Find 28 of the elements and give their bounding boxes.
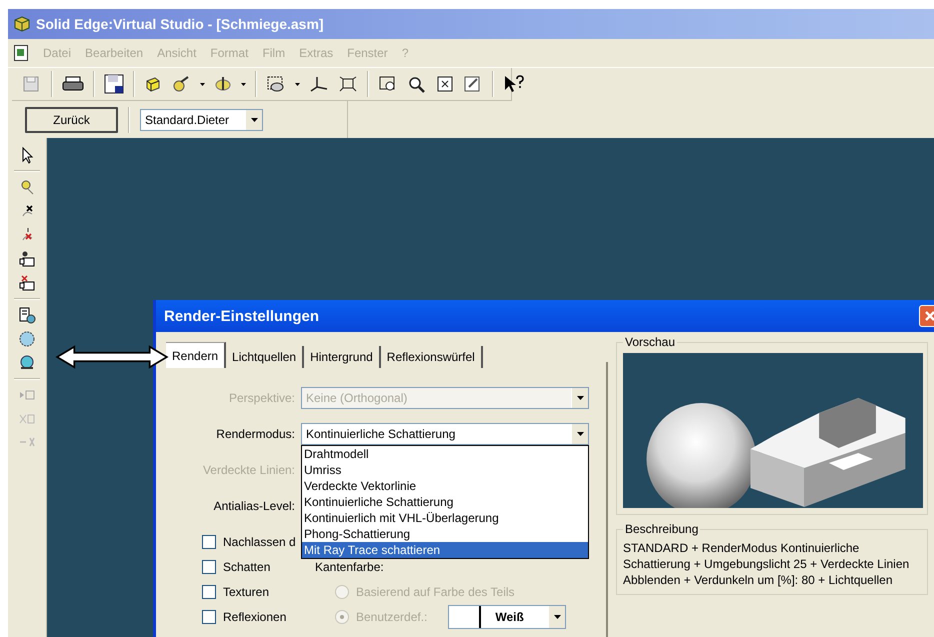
dropdown-option[interactable]: Mit Ray Trace schattieren: [302, 542, 588, 558]
description-text: STANDARD + RenderModus Kontinuierliche Schattierung + Umgebungslicht 25 + Verdeckte Linien Abblenden + Verdunkeln um [%]: 80 + Lichtquellen: [623, 540, 910, 588]
dropdown-option[interactable]: Verdeckte Vektorlinie: [302, 478, 588, 494]
dialog-title: Render-Einstellungen: [164, 308, 320, 324]
radio-label: Basierend auf Farbe des Teils: [356, 584, 515, 598]
checkbox-label: Nachlassen d: [223, 534, 296, 548]
radio-label: Benutzerdef.:: [356, 610, 428, 624]
dropdown-option[interactable]: Umriss: [302, 462, 588, 478]
dropdown-option[interactable]: Drahtmodell: [302, 446, 588, 462]
window-title: Solid Edge:Virtual Studio - [Schmiege.asm]: [36, 16, 324, 32]
style-dropdown[interactable]: Standard.Dieter: [140, 108, 263, 130]
dropdown-option[interactable]: Phong-Schattierung: [302, 526, 588, 542]
tab[interactable]: Rendern: [166, 342, 226, 368]
field-label: Kantenfarbe:: [315, 560, 384, 574]
field-label: Rendermodus:: [215, 427, 296, 441]
back-button[interactable]: Zurück: [25, 106, 118, 132]
dropdown-option[interactable]: Kontinuierliche Schattierung: [302, 494, 588, 510]
field-label: Perspektive:: [228, 391, 296, 405]
field-label: Antialias-Level:: [212, 499, 296, 513]
color-dropdown[interactable]: Weiß: [448, 604, 566, 628]
dropdown[interactable]: Kontinuierliche Schattierung: [301, 423, 589, 445]
checkbox-label: Texturen: [223, 584, 270, 598]
group-title: Vorschau: [623, 335, 678, 349]
checkbox-label: Schatten: [223, 560, 270, 574]
checkbox-label: Reflexionen: [223, 610, 286, 624]
dropdown-option[interactable]: Kontinuierlich mit VHL-Überlagerung: [302, 510, 588, 526]
field-label: Verdeckte Linien:: [202, 463, 296, 477]
group-title: Beschreibung: [623, 522, 700, 536]
